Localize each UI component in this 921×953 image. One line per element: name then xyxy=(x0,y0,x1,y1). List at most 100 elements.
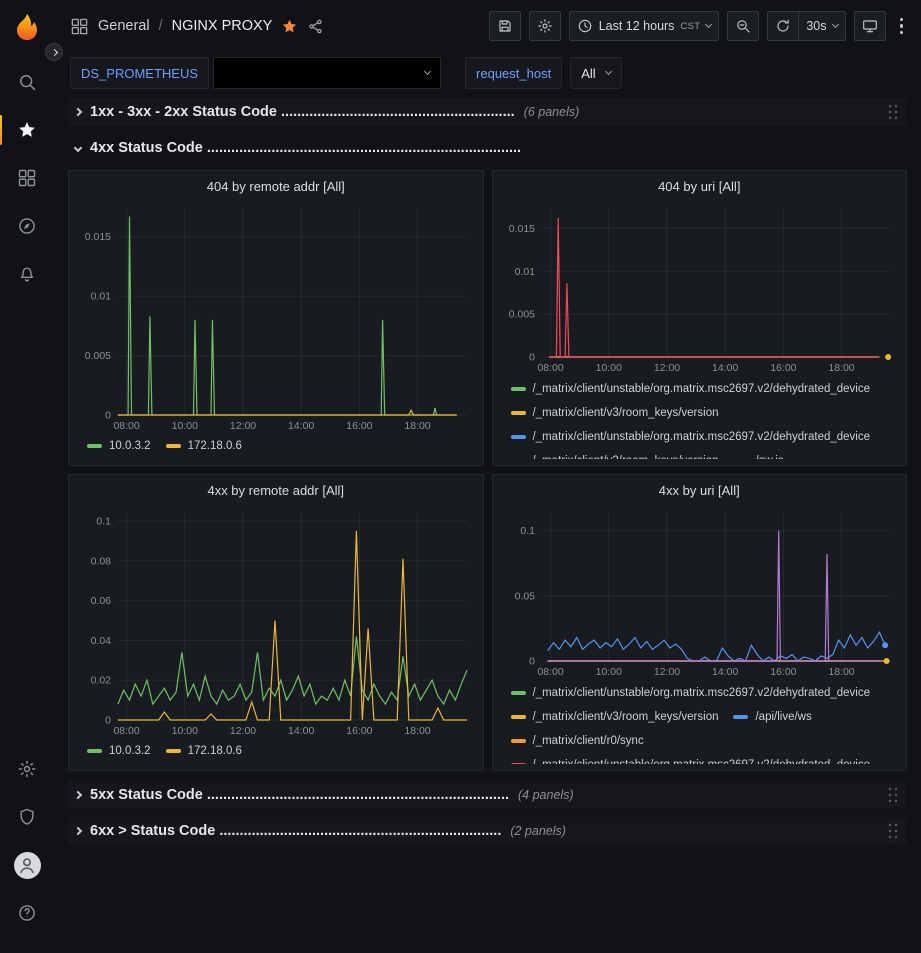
row-drag-handle[interactable] xyxy=(886,820,899,842)
panel-chart[interactable]: 08:0010:0012:0014:0016:0018:0000.0050.01… xyxy=(77,199,475,433)
panel-chart[interactable]: 08:0010:0012:0014:0016:0018:0000.020.040… xyxy=(77,503,475,738)
refresh-interval-dropdown[interactable]: 30s xyxy=(798,11,845,41)
request-host-variable-select[interactable]: All xyxy=(570,57,621,89)
svg-text:08:00: 08:00 xyxy=(537,362,563,374)
clock-icon xyxy=(577,18,593,34)
legend-item[interactable]: 172.18.0.6 xyxy=(166,434,242,458)
share-button[interactable] xyxy=(307,18,324,35)
legend-item[interactable]: 172.18.0.6 xyxy=(166,739,242,763)
save-dashboard-button[interactable] xyxy=(489,11,521,41)
chevron-right-icon xyxy=(50,48,57,55)
datasource-variable-label[interactable]: DS_PROMETHEUS xyxy=(70,57,209,89)
dashboard-settings-button[interactable] xyxy=(529,11,561,41)
sidebar xyxy=(0,0,54,953)
sidebar-item-explore[interactable] xyxy=(0,202,54,250)
panel-chart[interactable]: 08:0010:0012:0014:0016:0018:0000.050.1 xyxy=(501,503,899,679)
legend-item[interactable]: /_matrix/client/unstable/org.matrix.msc2… xyxy=(511,425,871,449)
datasource-variable: DS_PROMETHEUS xyxy=(70,57,441,89)
row-drag-handle[interactable] xyxy=(886,101,899,123)
svg-text:14:00: 14:00 xyxy=(712,362,738,374)
grafana-app: General / NGINX PROXY La xyxy=(0,0,921,953)
breadcrumb: General / NGINX PROXY xyxy=(70,17,481,36)
request-host-variable-label[interactable]: request_host xyxy=(465,57,562,89)
svg-text:0.01: 0.01 xyxy=(91,291,112,303)
svg-text:14:00: 14:00 xyxy=(288,420,314,432)
gear-icon xyxy=(537,18,553,34)
sidebar-item-alerting[interactable] xyxy=(0,250,54,298)
legend-item[interactable]: 10.0.3.2 xyxy=(87,434,151,458)
svg-text:0: 0 xyxy=(529,656,535,668)
svg-text:0.01: 0.01 xyxy=(514,266,535,278)
request-host-variable: request_host All xyxy=(465,57,622,89)
apps-grid-icon[interactable] xyxy=(70,17,89,36)
sidebar-item-search[interactable] xyxy=(0,58,54,106)
sidebar-item-configuration[interactable] xyxy=(0,745,54,793)
legend-item[interactable]: /_matrix/client/unstable/org.matrix.msc2… xyxy=(511,753,871,764)
dashboard-row-1xx-3xx-2xx[interactable]: 1xx - 3xx - 2xx Status Code ............… xyxy=(68,98,907,126)
sidebar-expand-button[interactable] xyxy=(45,43,63,61)
svg-text:08:00: 08:00 xyxy=(113,725,139,737)
svg-text:0.015: 0.015 xyxy=(508,223,534,235)
chevron-down-icon xyxy=(424,68,431,75)
svg-text:08:00: 08:00 xyxy=(537,666,563,678)
refresh-controls: 30s xyxy=(767,11,845,41)
row-panel-count: (4 panels) xyxy=(518,788,574,802)
grafana-flame-icon xyxy=(12,12,42,42)
dashboard-title[interactable]: NGINX PROXY xyxy=(172,18,273,34)
legend-item[interactable]: /_matrix/client/unstable/org.matrix.msc2… xyxy=(511,681,871,705)
row-title: 6xx > Status Code xyxy=(90,823,215,839)
zoom-out-button[interactable] xyxy=(727,11,759,41)
svg-text:0: 0 xyxy=(529,352,535,364)
sidebar-item-server-admin[interactable] xyxy=(0,793,54,841)
svg-text:0.1: 0.1 xyxy=(520,525,535,537)
row-panel-count: (6 panels) xyxy=(524,105,580,119)
dashboard-row-5xx[interactable]: 5xx Status Code ........................… xyxy=(68,781,907,809)
sidebar-nav xyxy=(0,58,54,298)
panel-legend: /_matrix/client/unstable/org.matrix.msc2… xyxy=(501,679,899,764)
legend-item[interactable]: 10.0.3.2 xyxy=(87,739,151,763)
sidebar-item-starred[interactable] xyxy=(0,106,54,154)
panel-title[interactable]: 4xx by uri [All] xyxy=(501,479,899,503)
more-options-button[interactable] xyxy=(894,14,910,39)
chevron-down-icon xyxy=(705,21,712,28)
timezone-label: CST xyxy=(680,21,700,32)
svg-text:10:00: 10:00 xyxy=(172,725,198,737)
sidebar-item-dashboards[interactable] xyxy=(0,154,54,202)
svg-text:18:00: 18:00 xyxy=(404,725,430,737)
row-title-dots: ........................................… xyxy=(281,104,515,120)
svg-text:18:00: 18:00 xyxy=(828,666,854,678)
row-title: 1xx - 3xx - 2xx Status Code xyxy=(90,104,277,120)
avatar xyxy=(14,852,41,879)
legend-item[interactable]: /_matrix/client/r0/sync xyxy=(511,729,644,753)
row-drag-handle[interactable] xyxy=(886,784,899,806)
panel-title[interactable]: 404 by uri [All] xyxy=(501,175,899,199)
dashboard-row-6xx[interactable]: 6xx > Status Code ......................… xyxy=(68,817,907,845)
sidebar-item-profile[interactable] xyxy=(0,841,54,889)
favorite-star-button[interactable] xyxy=(281,18,298,35)
sidebar-item-help[interactable] xyxy=(0,889,54,937)
svg-text:0.015: 0.015 xyxy=(85,231,111,243)
legend-item[interactable]: /_matrix/client/unstable/org.matrix.msc2… xyxy=(511,377,871,401)
legend-item[interactable]: /_matrix/client/v3/room_keys/version xyxy=(511,401,719,425)
svg-text:10:00: 10:00 xyxy=(172,420,198,432)
legend-item[interactable]: /api/live/ws xyxy=(733,705,811,729)
grafana-logo[interactable] xyxy=(12,12,42,42)
panel-chart[interactable]: 08:0010:0012:0014:0016:0018:0000.0050.01… xyxy=(501,199,899,375)
dashboard-row-4xx[interactable]: 4xx Status Code ........................… xyxy=(68,134,907,162)
tv-mode-button[interactable] xyxy=(854,11,886,41)
chevron-right-icon xyxy=(74,108,82,116)
monitor-icon xyxy=(862,18,878,34)
panel-title[interactable]: 4xx by remote addr [All] xyxy=(77,479,475,503)
chevron-down-icon xyxy=(74,144,82,152)
legend-item[interactable]: /_matrix/client/v3/room_keys/version xyxy=(511,705,719,729)
datasource-variable-select[interactable] xyxy=(213,57,441,89)
panel-title[interactable]: 404 by remote addr [All] xyxy=(77,175,475,199)
refresh-button[interactable] xyxy=(767,11,798,41)
request-host-variable-value: All xyxy=(581,66,595,81)
time-range-picker[interactable]: Last 12 hours CST xyxy=(569,11,720,41)
svg-text:14:00: 14:00 xyxy=(288,725,314,737)
legend-item[interactable]: /sw.js xyxy=(733,449,783,459)
legend-item[interactable]: /_matrix/client/v3/room_keys/version xyxy=(511,449,719,459)
breadcrumb-folder[interactable]: General xyxy=(98,18,150,34)
breadcrumb-separator: / xyxy=(159,18,163,34)
